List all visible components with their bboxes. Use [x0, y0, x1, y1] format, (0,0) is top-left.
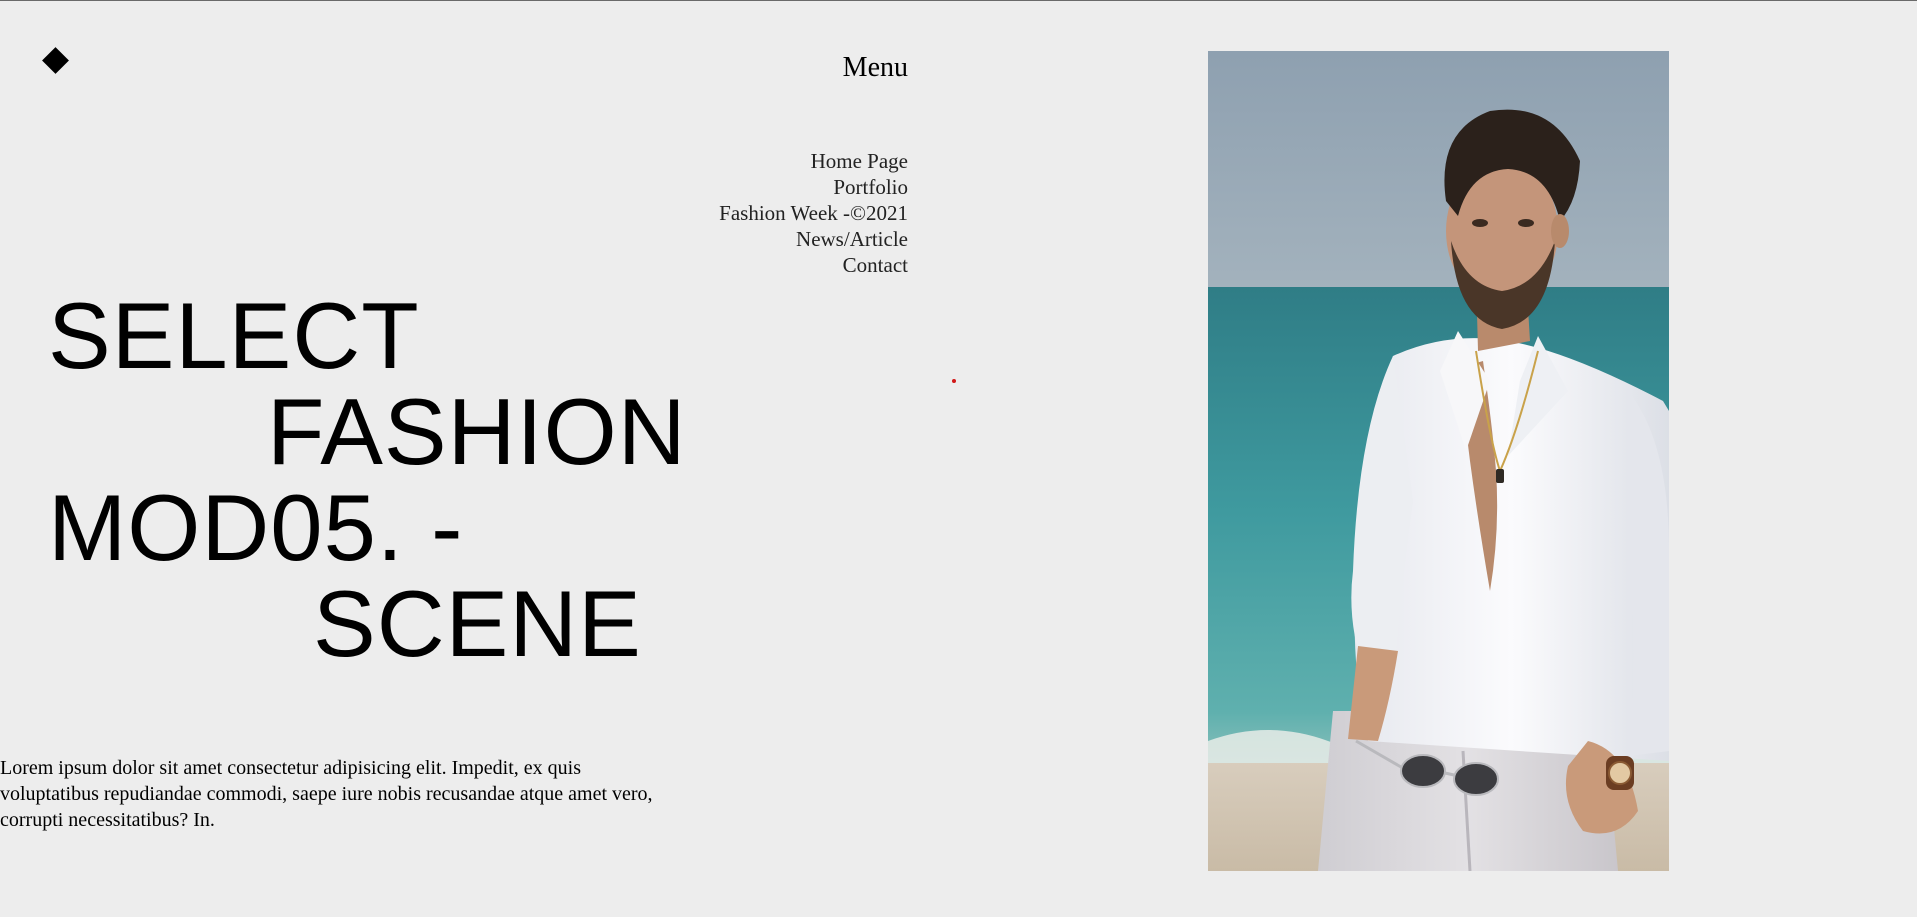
nav-item-news[interactable]: News/Article: [719, 226, 908, 252]
intro-text: Lorem ipsum dolor sit amet consectetur a…: [0, 757, 653, 831]
hero-line-4: SCENE: [313, 571, 642, 676]
nav-item-portfolio[interactable]: Portfolio: [719, 174, 908, 200]
nav-item-fashion-week[interactable]: Fashion Week -©2021: [719, 200, 908, 226]
diamond-icon[interactable]: [42, 47, 69, 74]
hero-line-2: FASHION: [267, 379, 687, 484]
model-beach-photo: [1208, 51, 1669, 871]
hero-line-3: MOD05. -: [48, 475, 464, 580]
hero-line-1: SELECT: [48, 283, 420, 388]
nav-menu: Home Page Portfolio Fashion Week -©2021 …: [719, 148, 908, 278]
nav-item-contact[interactable]: Contact: [719, 252, 908, 278]
menu-button[interactable]: Menu: [843, 51, 908, 85]
nav-item-home[interactable]: Home Page: [719, 148, 908, 174]
cursor-dot: [952, 379, 956, 383]
